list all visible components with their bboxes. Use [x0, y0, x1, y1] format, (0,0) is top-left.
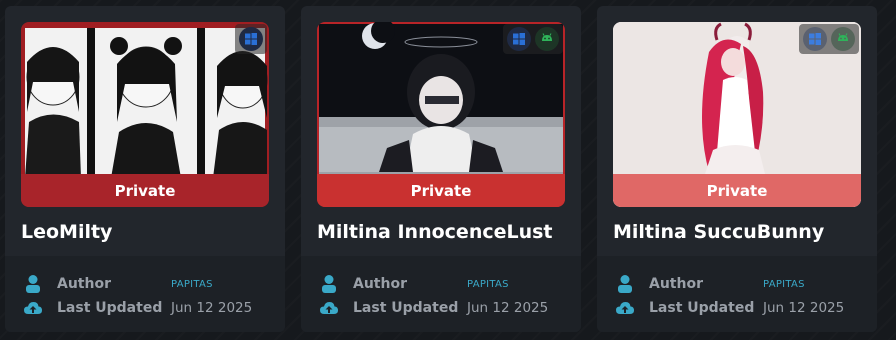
updated-label: Last Updated: [649, 300, 755, 316]
avatar-thumbnail[interactable]: Private: [317, 22, 565, 207]
platform-badges: [503, 24, 563, 54]
author-label: Author: [353, 276, 407, 292]
updated-value: Jun 12 2025: [467, 300, 549, 316]
user-icon: [23, 274, 43, 294]
updated-value: Jun 12 2025: [171, 300, 253, 316]
user-icon: [319, 274, 339, 294]
android-icon: [535, 27, 559, 51]
updated-value: Jun 12 2025: [763, 300, 845, 316]
updated-label: Last Updated: [57, 300, 163, 316]
visibility-banner: Private: [21, 174, 269, 207]
author-value[interactable]: PAPITAS: [467, 279, 509, 290]
avatar-title[interactable]: Miltina InnocenceLust: [317, 221, 553, 243]
avatar-meta: Author PAPITAS Last Updated Jun 12 2025: [5, 256, 285, 332]
visibility-banner: Private: [613, 174, 861, 207]
updated-row: Last Updated Jun 12 2025: [613, 296, 861, 320]
updated-label: Last Updated: [353, 300, 459, 316]
author-label: Author: [649, 276, 703, 292]
avatar-title[interactable]: LeoMilty: [21, 221, 112, 243]
author-value[interactable]: PAPITAS: [171, 279, 213, 290]
author-row: Author PAPITAS: [317, 272, 565, 296]
author-row: Author PAPITAS: [21, 272, 269, 296]
user-icon: [615, 274, 635, 294]
avatar-thumbnail[interactable]: Private: [613, 22, 861, 207]
visibility-label: Private: [706, 181, 768, 200]
avatar-thumbnail[interactable]: Private: [21, 22, 269, 207]
windows-icon: [507, 27, 531, 51]
avatar-card[interactable]: Private Miltina SuccuBunny Author PAPITA…: [597, 6, 877, 332]
windows-icon: [239, 27, 263, 51]
avatar-meta: Author PAPITAS Last Updated Jun 12 2025: [301, 256, 581, 332]
visibility-label: Private: [410, 181, 472, 200]
updated-row: Last Updated Jun 12 2025: [317, 296, 565, 320]
cloud-upload-icon: [23, 298, 43, 318]
windows-icon: [803, 27, 827, 51]
cloud-upload-icon: [615, 298, 635, 318]
updated-row: Last Updated Jun 12 2025: [21, 296, 269, 320]
author-label: Author: [57, 276, 111, 292]
author-value[interactable]: PAPITAS: [763, 279, 805, 290]
author-row: Author PAPITAS: [613, 272, 861, 296]
visibility-label: Private: [114, 181, 176, 200]
visibility-banner: Private: [317, 174, 565, 207]
avatar-title[interactable]: Miltina SuccuBunny: [613, 221, 824, 243]
cloud-upload-icon: [319, 298, 339, 318]
platform-badges: [235, 24, 267, 54]
avatar-card[interactable]: Private Miltina InnocenceLust Author PAP…: [301, 6, 581, 332]
android-icon: [831, 27, 855, 51]
avatar-card[interactable]: Private LeoMilty Author PAPITAS Last Upd…: [5, 6, 285, 332]
platform-badges: [799, 24, 859, 54]
avatar-meta: Author PAPITAS Last Updated Jun 12 2025: [597, 256, 877, 332]
